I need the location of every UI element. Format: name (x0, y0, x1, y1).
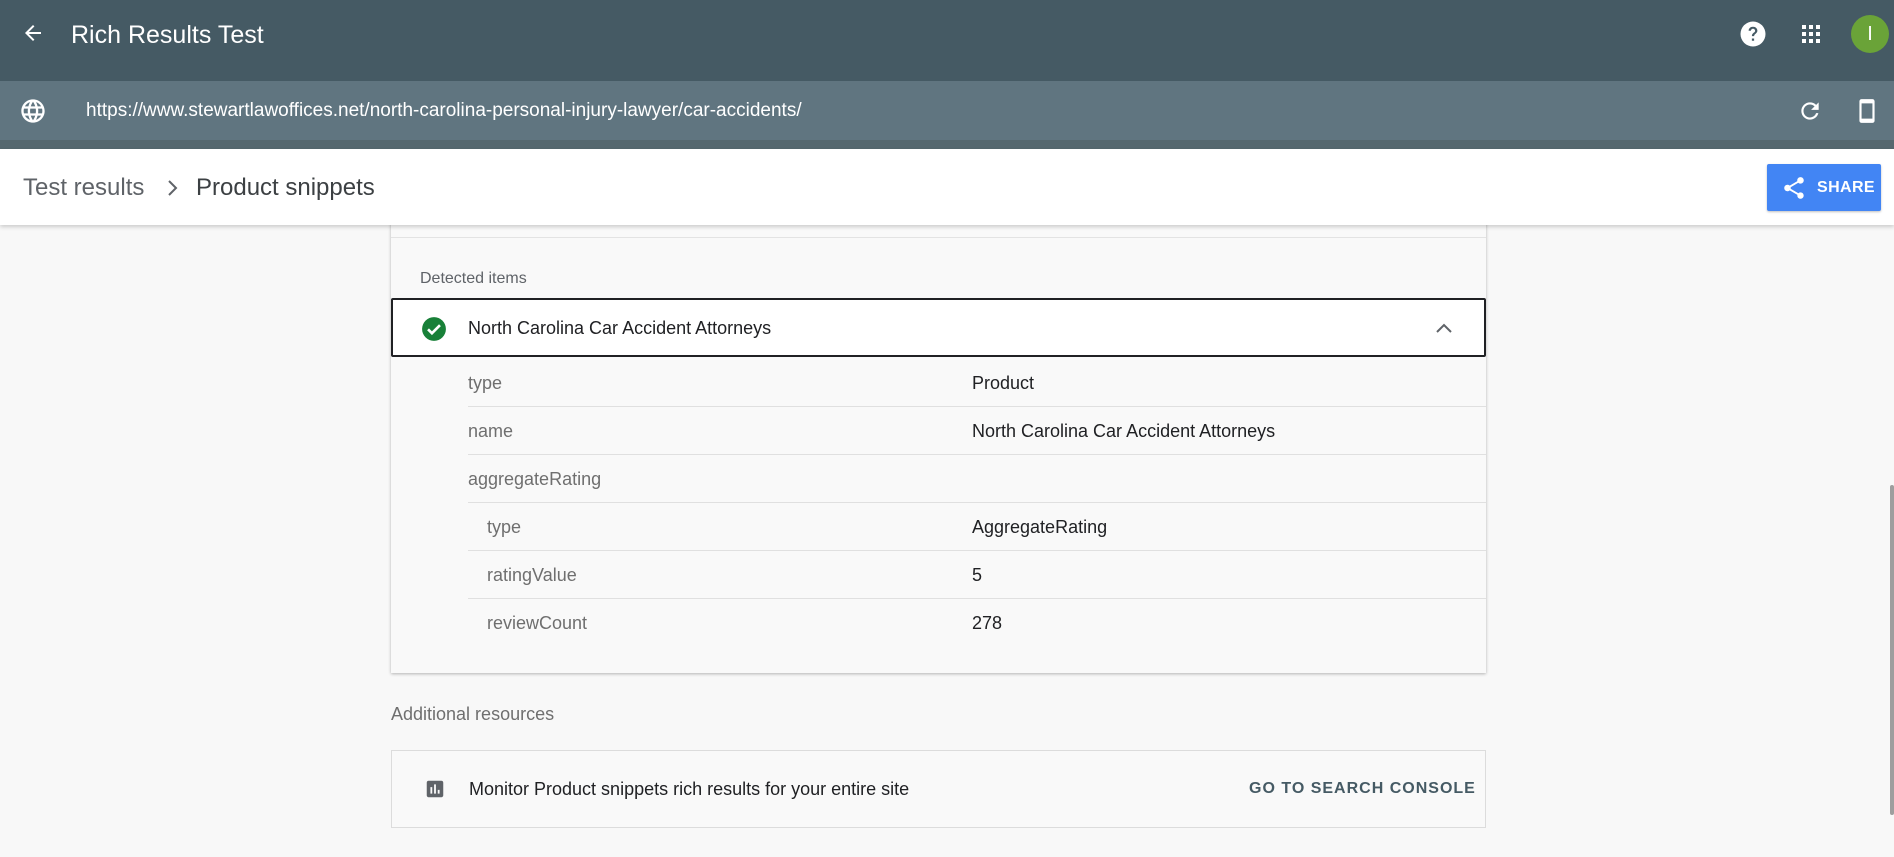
url-bar: https://www.stewartlawoffices.net/north-… (0, 81, 1894, 140)
property-key: type (487, 517, 522, 537)
property-row: type Product (468, 359, 1486, 407)
check-circle-icon (422, 317, 446, 341)
back-button[interactable] (14, 14, 52, 52)
scrollbar[interactable] (1890, 485, 1894, 815)
breadcrumb: Test results Product snippets SHARE (0, 149, 1894, 225)
help-circle-icon (1740, 21, 1766, 47)
property-key: type (468, 373, 503, 393)
apps-grid-icon (1802, 25, 1820, 43)
property-key: name (468, 421, 514, 441)
chevron-up-icon[interactable] (1433, 317, 1455, 339)
app-header: Rich Results Test I (0, 0, 1894, 81)
smartphone-icon (1859, 99, 1875, 123)
property-row: aggregateRating (468, 455, 1486, 503)
property-row: type AggregateRating (468, 503, 1486, 551)
property-value: AggregateRating (972, 517, 1108, 537)
property-value: Product (972, 373, 1035, 393)
bar-chart-icon (426, 780, 444, 798)
help-button[interactable] (1735, 16, 1771, 52)
reload-button[interactable] (1793, 94, 1827, 128)
device-toggle-button[interactable] (1850, 94, 1884, 128)
avatar[interactable]: I (1851, 15, 1889, 53)
property-value: North Carolina Car Accident Attorneys (972, 421, 1276, 441)
share-button[interactable]: SHARE (1767, 164, 1881, 211)
property-row: name North Carolina Car Accident Attorne… (468, 407, 1486, 455)
detected-item-header[interactable]: North Carolina Car Accident Attorneys (391, 298, 1486, 357)
property-key: reviewCount (487, 613, 588, 633)
arrow-left-icon (25, 25, 41, 41)
resource-text: Monitor Product snippets rich results fo… (469, 779, 910, 799)
divider (391, 237, 1486, 238)
share-icon (1781, 175, 1807, 201)
detected-items-card: Detected items North Carolina Car Accide… (391, 218, 1486, 673)
app-title: Rich Results Test (71, 21, 264, 49)
resource-card: Monitor Product snippets rich results fo… (391, 750, 1486, 828)
page-title: Product snippets (196, 174, 375, 201)
url-bar-shade (0, 140, 1894, 149)
property-key: ratingValue (487, 565, 577, 585)
detected-item-title: North Carolina Car Accident Attorneys (468, 318, 772, 338)
additional-resources-label: Additional resources (391, 704, 555, 724)
chevron-right-icon (164, 177, 182, 199)
property-row: ratingValue 5 (468, 551, 1486, 599)
breadcrumb-test-results[interactable]: Test results (23, 174, 144, 202)
tested-url[interactable]: https://www.stewartlawoffices.net/north-… (86, 99, 802, 123)
property-value: 278 (972, 613, 1003, 633)
go-to-search-console-link[interactable]: GO TO SEARCH CONSOLE (1249, 780, 1476, 798)
property-value: 5 (972, 565, 983, 585)
property-row: reviewCount 278 (468, 599, 1486, 647)
globe-icon (18, 96, 48, 126)
detected-items-label: Detected items (420, 270, 527, 287)
reload-icon (1801, 102, 1819, 120)
property-key: aggregateRating (468, 469, 602, 489)
share-label: SHARE (1817, 178, 1876, 196)
apps-button[interactable] (1793, 16, 1829, 52)
